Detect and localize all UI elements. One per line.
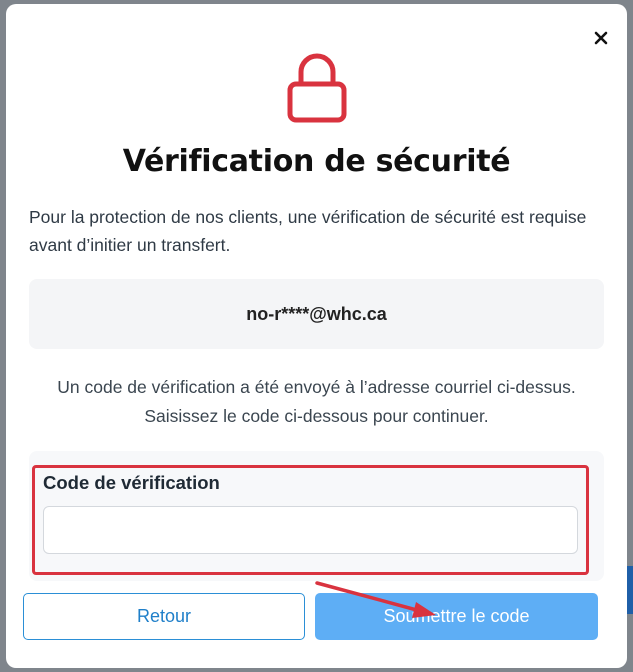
verification-code-input[interactable] — [43, 506, 578, 554]
lock-icon-container — [6, 52, 627, 124]
close-button[interactable] — [589, 26, 613, 50]
masked-email: no-r****@whc.ca — [29, 279, 604, 349]
page-title: Vérification de sécurité — [122, 144, 511, 179]
code-field-label: Code de vérification — [43, 472, 220, 493]
lock-icon — [287, 53, 346, 123]
submit-code-button[interactable]: Soumettre le code — [315, 593, 598, 640]
close-icon — [594, 31, 608, 45]
info-text: Un code de vérification a été envoyé à l… — [57, 377, 576, 426]
intro-text: Pour la protection de nos clients, une v… — [29, 207, 587, 255]
back-button[interactable]: Retour — [23, 593, 305, 640]
